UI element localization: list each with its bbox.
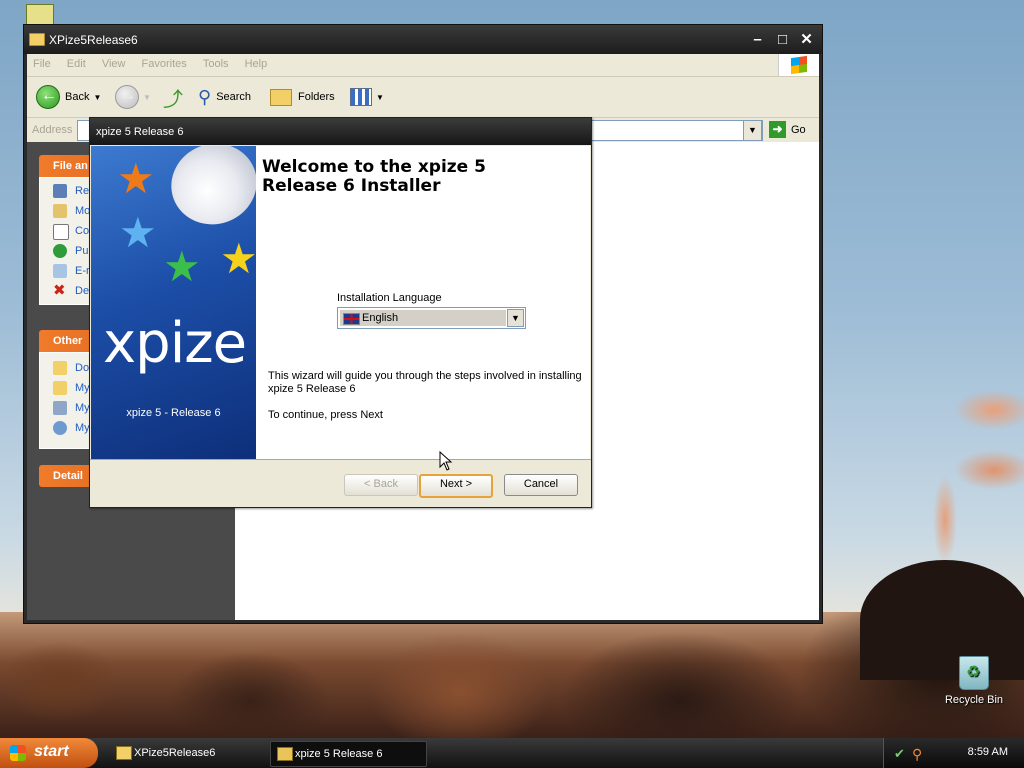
network-icon [53,421,67,435]
folders-button[interactable]: Folders [270,85,335,109]
wallpaper-hand [930,470,960,570]
menu-view[interactable]: View [96,54,133,70]
installer-title: xpize 5 Release 6 [96,126,184,138]
chevron-down-icon[interactable]: ▼ [507,309,524,327]
menu-bar: File Edit View Favorites Tools Help [27,54,819,77]
email-icon [53,264,67,278]
address-dropdown-button[interactable]: ▼ [743,120,762,141]
banner-caption: xpize 5 - Release 6 [126,407,221,419]
back-arrow-icon [36,85,60,109]
search-icon: ⚲ [198,86,212,107]
cancel-button[interactable]: Cancel [504,474,578,496]
views-icon [350,88,372,106]
back-button[interactable]: Back ▼ [36,85,101,109]
file-tasks-title: File an [53,160,88,172]
computer-icon [53,401,67,415]
explorer-title-bar[interactable]: XPize5Release6 – □ ✕ [24,25,822,54]
installer-content: Welcome to the xpize 5 Release 6 Install… [256,146,590,459]
language-label: Installation Language [337,292,442,304]
start-button[interactable]: start [0,738,98,768]
menu-favorites[interactable]: Favorites [136,54,194,70]
close-button[interactable]: ✕ [797,31,816,50]
taskbar-item-installer[interactable]: xpize 5 Release 6 [270,741,427,767]
windows-logo-icon [778,54,819,76]
language-select[interactable]: English ▼ [337,307,526,329]
folder-icon [53,361,67,375]
banner-brand: xpize [103,311,247,376]
folder-icon [53,381,67,395]
minimize-button[interactable]: – [748,31,767,50]
menu-file[interactable]: File [27,54,58,70]
green-star-icon: ★ [163,243,201,290]
explorer-title: XPize5Release6 [49,33,138,47]
go-arrow-icon: ➜ [769,121,786,138]
go-button[interactable]: ➜ Go [769,121,806,138]
details-title: Detail [53,470,83,482]
uk-flag-icon [343,313,360,325]
maximize-button[interactable]: □ [773,31,792,50]
globe-icon [53,244,67,258]
installer-dialog: xpize 5 Release 6 ★ ★ ★ ★ xpize xpize 5 … [89,117,592,508]
mouse-cursor-icon [439,451,453,471]
back-button[interactable]: < Back [344,474,418,496]
menu-help[interactable]: Help [239,54,275,70]
soap-dispenser-graphic [159,146,256,237]
go-label: Go [791,123,806,136]
folder-icon [116,746,132,760]
forward-arrow-icon [115,85,139,109]
chevron-down-icon: ▼ [143,92,151,102]
windows-logo-icon [10,745,26,761]
toolbar: Back ▼ ▼ ⤴ ⚲ Search Folders ▼ [27,77,819,118]
folder-icon [29,33,45,46]
menu-tools[interactable]: Tools [197,54,236,70]
search-label: Search [216,91,252,103]
orange-star-icon: ★ [117,155,155,202]
recycle-bin-label: Recycle Bin [944,694,1004,706]
installer-heading: Welcome to the xpize 5 Release 6 Install… [262,157,486,196]
up-folder-button[interactable]: ⤴ [163,85,183,111]
folders-label: Folders [298,91,335,103]
up-folder-icon: ⤴ [163,88,183,111]
move-icon [53,204,67,218]
folders-icon [270,88,292,106]
forward-button[interactable]: ▼ [115,85,151,109]
system-tray: ✔ ⚲ 8:59 AM [883,738,1024,768]
delete-icon: ✖ [53,282,66,299]
installer-icon [277,747,293,761]
recycle-bin-icon [959,656,989,690]
menu-edit[interactable]: Edit [61,54,93,70]
chevron-down-icon[interactable]: ▼ [93,93,101,102]
back-label: Back [65,91,90,103]
views-button[interactable]: ▼ [350,85,384,109]
language-value: English [362,312,399,324]
chevron-down-icon: ▼ [376,92,384,102]
installer-description: This wizard will guide you through the s… [268,370,582,395]
address-label: Address [32,124,73,136]
search-button[interactable]: ⚲ Search [198,85,251,109]
search-tray-icon[interactable]: ⚲ [912,746,926,762]
installer-banner: ★ ★ ★ ★ xpize xpize 5 - Release 6 [91,146,256,459]
clock[interactable]: 8:59 AM [968,746,1008,758]
copy-icon [53,224,69,240]
taskbar: start XPize5Release6 xpize 5 Release 6 ✔… [0,738,1024,768]
other-places-title: Other [53,335,83,347]
yellow-star-icon: ★ [220,235,256,282]
language-selected-value: English [340,310,506,326]
start-label: start [34,743,69,760]
next-button[interactable]: Next > [419,474,493,498]
rename-icon [53,184,67,198]
continue-instruction: To continue, press Next [268,409,383,421]
blue-star-icon: ★ [119,209,157,256]
wrench-tray-icon[interactable]: ✔ [894,746,908,761]
divider [90,459,591,460]
taskbar-item-explorer[interactable]: XPize5Release6 [110,741,260,765]
installer-title-bar[interactable]: xpize 5 Release 6 [90,118,591,145]
recycle-bin[interactable]: Recycle Bin [944,656,1004,706]
